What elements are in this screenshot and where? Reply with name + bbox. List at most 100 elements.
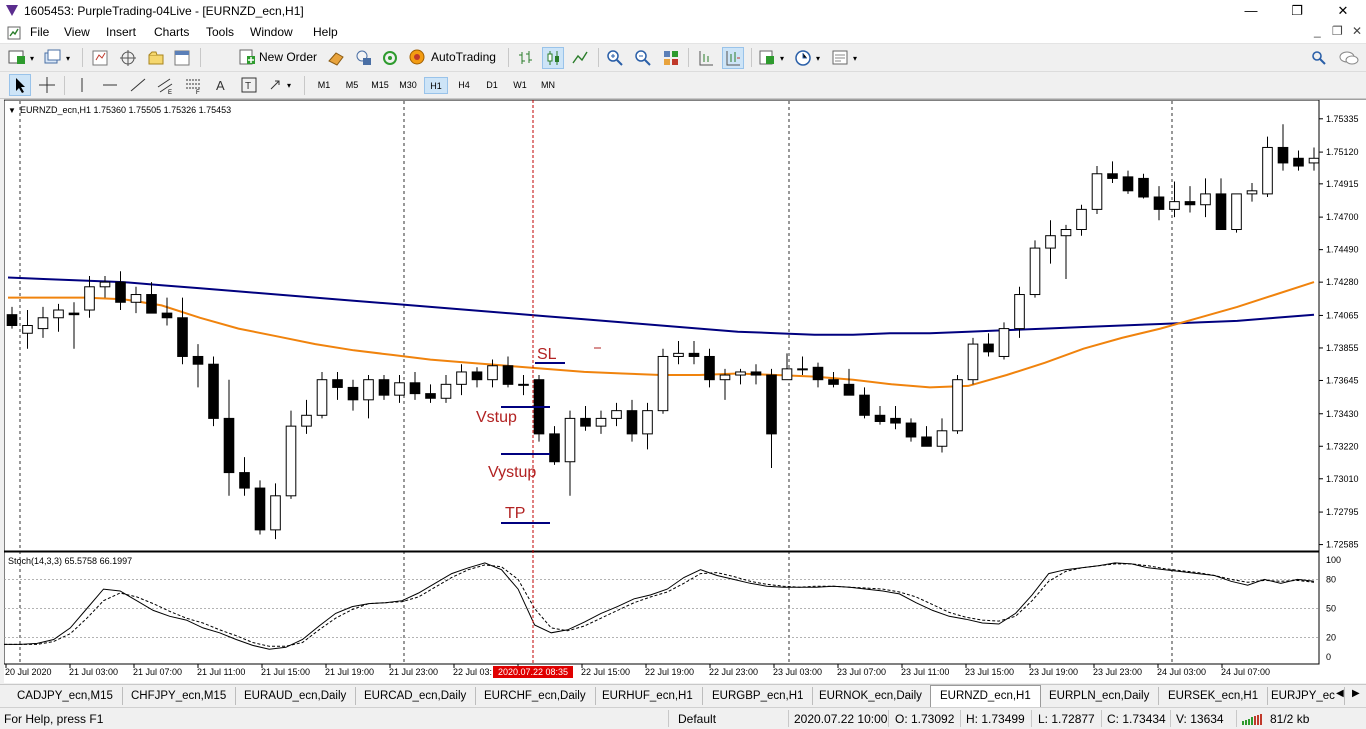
- tab-eurnok[interactable]: EURNOK_ecn,Daily: [810, 687, 932, 705]
- timeframe-d1[interactable]: D1: [480, 77, 504, 94]
- symbol-info: EURNZD_ecn,H1 1.75360 1.75505 1.75326 1.…: [20, 105, 231, 115]
- fibonacci-icon[interactable]: F: [183, 75, 203, 95]
- menu-help[interactable]: Help: [313, 25, 338, 39]
- time-tick-label: 21 Jul 07:00: [133, 667, 182, 677]
- new-order-button[interactable]: New Order: [238, 47, 317, 67]
- expert-advisors-icon[interactable]: [326, 48, 346, 68]
- menu-view[interactable]: View: [64, 25, 90, 39]
- candle-body: [1045, 235, 1056, 249]
- candle-body: [998, 328, 1010, 357]
- maximize-button[interactable]: ❐: [1274, 0, 1320, 22]
- menu-window[interactable]: Window: [250, 25, 293, 39]
- text-tool-icon[interactable]: A: [211, 75, 231, 95]
- tab-eurcad[interactable]: EURCAD_ecn,Daily: [355, 687, 477, 705]
- candle-body: [657, 355, 669, 412]
- auto-scroll-icon[interactable]: [722, 47, 744, 69]
- signals-icon[interactable]: [380, 48, 400, 68]
- bar-volume: V: 13634: [1176, 712, 1224, 726]
- tab-eurchf[interactable]: EURCHF_ecn,Daily: [475, 687, 596, 705]
- profile-name[interactable]: Default: [678, 712, 716, 726]
- tab-eurpln[interactable]: EURPLN_ecn,Daily: [1040, 687, 1160, 705]
- horizontal-line-icon[interactable]: [100, 75, 120, 95]
- profiles-icon[interactable]: ▾: [44, 49, 74, 67]
- chat-icon[interactable]: [1338, 49, 1360, 67]
- chart-shift-icon[interactable]: [696, 48, 716, 68]
- timeframe-w1[interactable]: W1: [508, 77, 532, 94]
- terminal-icon[interactable]: [172, 48, 192, 68]
- search-icon[interactable]: [1310, 49, 1328, 67]
- text-label-icon[interactable]: T: [239, 75, 259, 95]
- toolbar-separator: [82, 48, 83, 67]
- periods-icon[interactable]: ▾: [794, 48, 824, 68]
- timeframe-m15[interactable]: M15: [368, 77, 392, 94]
- new-chart-icon[interactable]: ▾: [8, 49, 38, 67]
- candle-body: [719, 374, 731, 381]
- candle-body: [828, 379, 839, 385]
- candle: [967, 337, 979, 385]
- menu-tools[interactable]: Tools: [206, 25, 234, 39]
- close-button[interactable]: ✕: [1320, 0, 1366, 22]
- arrows-icon[interactable]: ▾: [267, 75, 297, 95]
- tab-eurhuf[interactable]: EURHUF_ecn,H1: [593, 687, 703, 705]
- tab-eurnzd[interactable]: EURNZD_ecn,H1: [930, 685, 1041, 707]
- timeframe-m5[interactable]: M5: [340, 77, 364, 94]
- connection-status-icon[interactable]: [1242, 713, 1266, 725]
- minimize-button[interactable]: —: [1228, 0, 1274, 22]
- status-separator: [960, 710, 961, 727]
- candle-body: [1091, 173, 1103, 210]
- crosshair-icon[interactable]: [37, 75, 57, 95]
- tab-euraud[interactable]: EURAUD_ecn,Daily: [235, 687, 357, 705]
- tab-scroll-right-icon[interactable]: ▶: [1352, 688, 1360, 699]
- candle-body: [22, 325, 33, 334]
- timeframe-m1[interactable]: M1: [312, 77, 336, 94]
- timeframe-h4[interactable]: H4: [452, 77, 476, 94]
- menu-bar: File View Insert Charts Tools Window Hel…: [0, 22, 1366, 44]
- zoom-out-icon[interactable]: [633, 48, 653, 68]
- candle-body: [936, 430, 948, 447]
- mdi-close-button[interactable]: ✕: [1352, 24, 1362, 38]
- line-chart-icon[interactable]: [570, 48, 590, 68]
- tab-eurjpy[interactable]: EURJPY_ec: [1262, 687, 1345, 705]
- vertical-line-icon[interactable]: [72, 75, 92, 95]
- tile-windows-icon[interactable]: [661, 48, 681, 68]
- zoom-in-icon[interactable]: [605, 48, 625, 68]
- timeframe-mn[interactable]: MN: [536, 77, 560, 94]
- menu-file[interactable]: File: [30, 25, 49, 39]
- menu-insert[interactable]: Insert: [106, 25, 136, 39]
- candlestick-chart-icon[interactable]: [542, 47, 564, 69]
- candle-body: [1262, 146, 1273, 195]
- timeframe-h1[interactable]: H1: [424, 77, 448, 94]
- bar-chart-icon[interactable]: [516, 48, 536, 68]
- mdi-minimize-button[interactable]: _: [1314, 24, 1321, 38]
- timeframe-m30[interactable]: M30: [396, 77, 420, 94]
- menu-charts[interactable]: Charts: [154, 25, 189, 39]
- trendline-icon[interactable]: [128, 75, 148, 95]
- autotrading-button[interactable]: AutoTrading: [408, 47, 496, 67]
- mdi-restore-button[interactable]: ❐: [1332, 24, 1343, 38]
- chart-window[interactable]: SL Vstup Vystup TP ▼ EURNZD_ecn,H1 1.753…: [3, 99, 1366, 683]
- tab-chfjpy[interactable]: CHFJPY_ecn,M15: [122, 687, 237, 705]
- market-watch-icon[interactable]: [90, 48, 110, 68]
- data-window-icon[interactable]: [146, 48, 166, 68]
- candle-body: [1060, 229, 1072, 237]
- stochastic-pane[interactable]: [3, 551, 1320, 665]
- status-bar: For Help, press F1 Default 2020.07.22 10…: [0, 707, 1366, 729]
- candle-body: [316, 379, 328, 416]
- navigator-icon[interactable]: [118, 48, 138, 68]
- price-chart[interactable]: SL Vstup Vystup TP ▼ EURNZD_ecn,H1 1.753…: [3, 99, 1366, 683]
- templates-icon[interactable]: ▾: [831, 48, 861, 68]
- strategy-tester-icon[interactable]: [354, 48, 374, 68]
- equidistant-channel-icon[interactable]: E: [155, 75, 175, 95]
- svg-text:▾: ▾: [30, 54, 34, 63]
- chart-window-icon[interactable]: [7, 26, 21, 40]
- cursor-icon[interactable]: [9, 74, 31, 96]
- candle-body: [518, 383, 529, 386]
- indicators-icon[interactable]: ▾: [758, 48, 788, 68]
- time-tick-label: 21 Jul 23:00: [389, 667, 438, 677]
- tab-eurgbp[interactable]: EURGBP_ecn,H1: [703, 687, 814, 705]
- tab-cadjpy[interactable]: CADJPY_ecn,M15: [8, 687, 123, 705]
- collapse-arrow-icon[interactable]: ▼: [8, 106, 16, 115]
- tab-eursek[interactable]: EURSEK_ecn,H1: [1159, 687, 1269, 705]
- time-tick-label: 24 Jul 07:00: [1221, 667, 1270, 677]
- tab-scroll-left-icon[interactable]: ◀: [1336, 688, 1344, 699]
